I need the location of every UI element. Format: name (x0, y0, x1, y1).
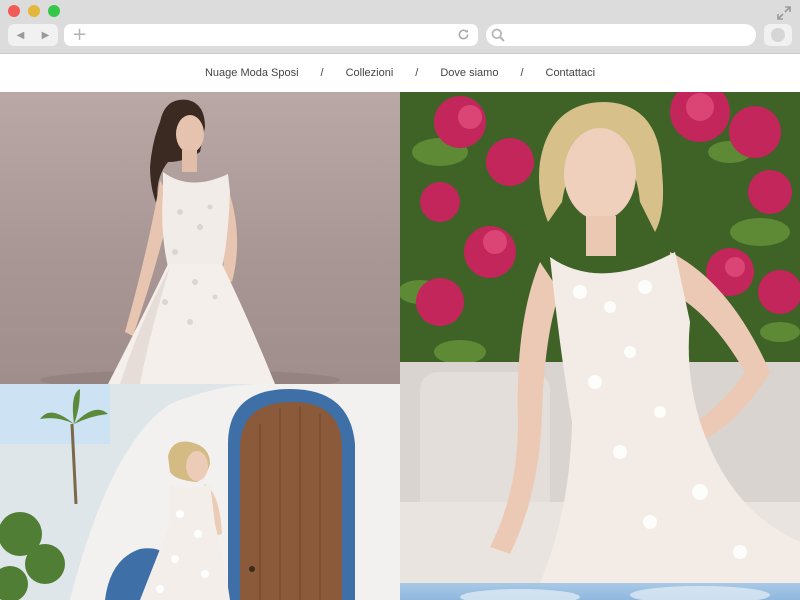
bride-studio-image (40, 99, 340, 384)
nav-link-contattaci[interactable]: Contattaci (546, 67, 596, 79)
minimize-window-button[interactable] (28, 5, 40, 17)
gallery-photo-bride-door[interactable] (0, 384, 400, 600)
maximize-window-button[interactable] (48, 5, 60, 17)
fullscreen-icon[interactable] (777, 6, 791, 20)
site-nav: Nuage Moda Sposi / Collezioni / Dove sia… (0, 54, 800, 92)
reload-icon[interactable] (457, 28, 470, 41)
address-bar[interactable]: + (64, 24, 478, 46)
gallery-photo-sky-partial[interactable] (400, 583, 800, 600)
bride-door-image (0, 384, 400, 600)
gallery-photo-bride-studio[interactable] (0, 92, 400, 384)
gallery-photo-bride-hydrangeas[interactable] (400, 92, 800, 583)
search-bar[interactable] (486, 24, 756, 46)
forward-arrow-icon[interactable]: ▶ (42, 30, 50, 41)
extension-icon (771, 28, 785, 42)
back-arrow-icon[interactable]: ◀ (17, 30, 25, 41)
plus-icon[interactable]: + (72, 24, 87, 46)
sky-partial-image (460, 586, 770, 600)
nav-separator: / (320, 67, 324, 79)
nav-separator: / (520, 67, 524, 79)
extension-button[interactable] (764, 24, 792, 46)
history-nav: ◀ ▶ (8, 24, 58, 46)
browser-chrome: ◀ ▶ + (0, 0, 800, 54)
nav-link-collezioni[interactable]: Collezioni (346, 67, 394, 79)
close-window-button[interactable] (8, 5, 20, 17)
nav-separator: / (415, 67, 419, 79)
search-icon (491, 28, 505, 42)
nav-link-home[interactable]: Nuage Moda Sposi (205, 67, 299, 79)
nav-link-dove-siamo[interactable]: Dove siamo (440, 67, 498, 79)
bride-hydrangeas-image (400, 92, 800, 583)
